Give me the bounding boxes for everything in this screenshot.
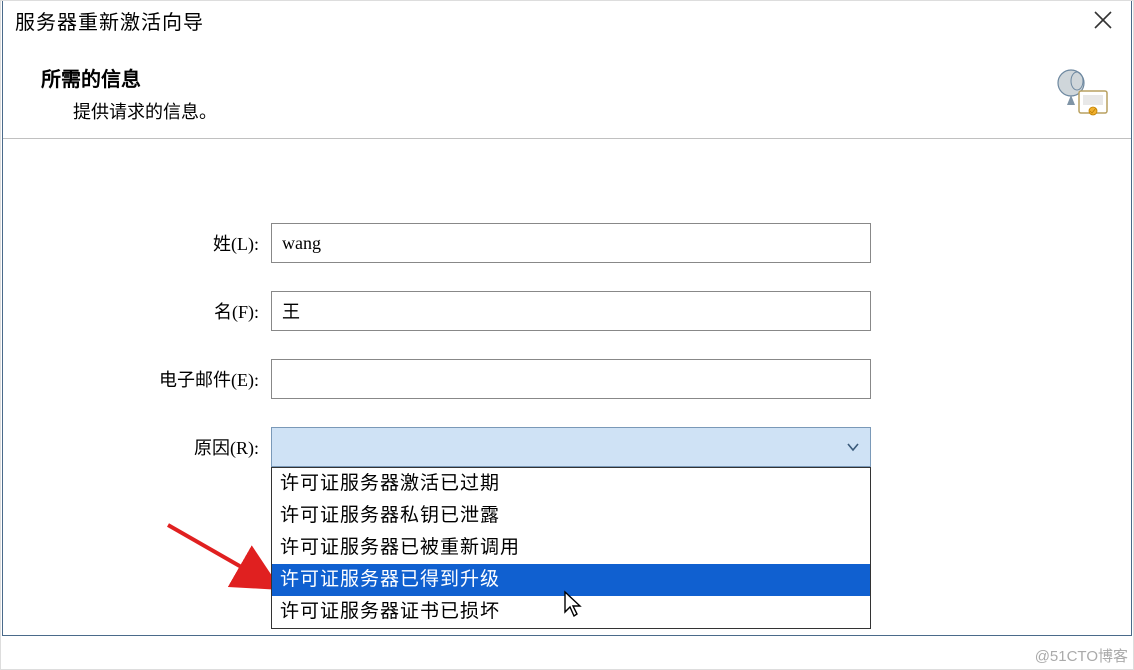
email-label: 电子邮件(E): bbox=[63, 366, 271, 392]
watermark: @51CTO博客 bbox=[1035, 645, 1128, 666]
form-area: 姓(L): 名(F): 电子邮件(E): 原因(R): 许可证服务器激活已过期 bbox=[3, 139, 1131, 467]
close-button[interactable] bbox=[1085, 6, 1121, 35]
email-input[interactable] bbox=[271, 359, 871, 399]
reason-dropdown-list[interactable]: 许可证服务器激活已过期 许可证服务器私钥已泄露 许可证服务器已被重新调用 许可证… bbox=[271, 467, 871, 629]
row-reason: 原因(R): 许可证服务器激活已过期 许可证服务器私钥已泄露 许可证服务器已被重… bbox=[63, 427, 1071, 467]
last-name-input[interactable] bbox=[271, 223, 871, 263]
reason-option-3[interactable]: 许可证服务器已得到升级 bbox=[272, 564, 870, 596]
reason-option-4[interactable]: 许可证服务器证书已损坏 bbox=[272, 596, 870, 628]
first-name-input[interactable] bbox=[271, 291, 871, 331]
wizard-icon bbox=[1055, 65, 1111, 119]
titlebar: 服务器重新激活向导 bbox=[3, 0, 1131, 45]
close-icon bbox=[1093, 10, 1113, 30]
chevron-down-icon bbox=[846, 440, 860, 454]
row-last-name: 姓(L): bbox=[63, 223, 1071, 263]
reason-option-2[interactable]: 许可证服务器已被重新调用 bbox=[272, 532, 870, 564]
first-name-label: 名(F): bbox=[63, 298, 271, 324]
reason-option-0[interactable]: 许可证服务器激活已过期 bbox=[272, 468, 870, 500]
reason-combobox-display[interactable] bbox=[271, 427, 871, 467]
header-title: 所需的信息 bbox=[41, 63, 1107, 92]
reason-option-1[interactable]: 许可证服务器私钥已泄露 bbox=[272, 500, 870, 532]
header-block: 所需的信息 提供请求的信息。 bbox=[3, 45, 1131, 138]
wizard-window: 服务器重新激活向导 所需的信息 提供请求的信息。 姓(L): bbox=[2, 0, 1132, 636]
reason-combobox[interactable]: 许可证服务器激活已过期 许可证服务器私钥已泄露 许可证服务器已被重新调用 许可证… bbox=[271, 427, 871, 467]
last-name-label: 姓(L): bbox=[63, 230, 271, 256]
window-title: 服务器重新激活向导 bbox=[15, 6, 204, 35]
header-subtitle: 提供请求的信息。 bbox=[73, 98, 1107, 124]
row-first-name: 名(F): bbox=[63, 291, 1071, 331]
reason-label: 原因(R): bbox=[63, 434, 271, 460]
row-email: 电子邮件(E): bbox=[63, 359, 1071, 399]
